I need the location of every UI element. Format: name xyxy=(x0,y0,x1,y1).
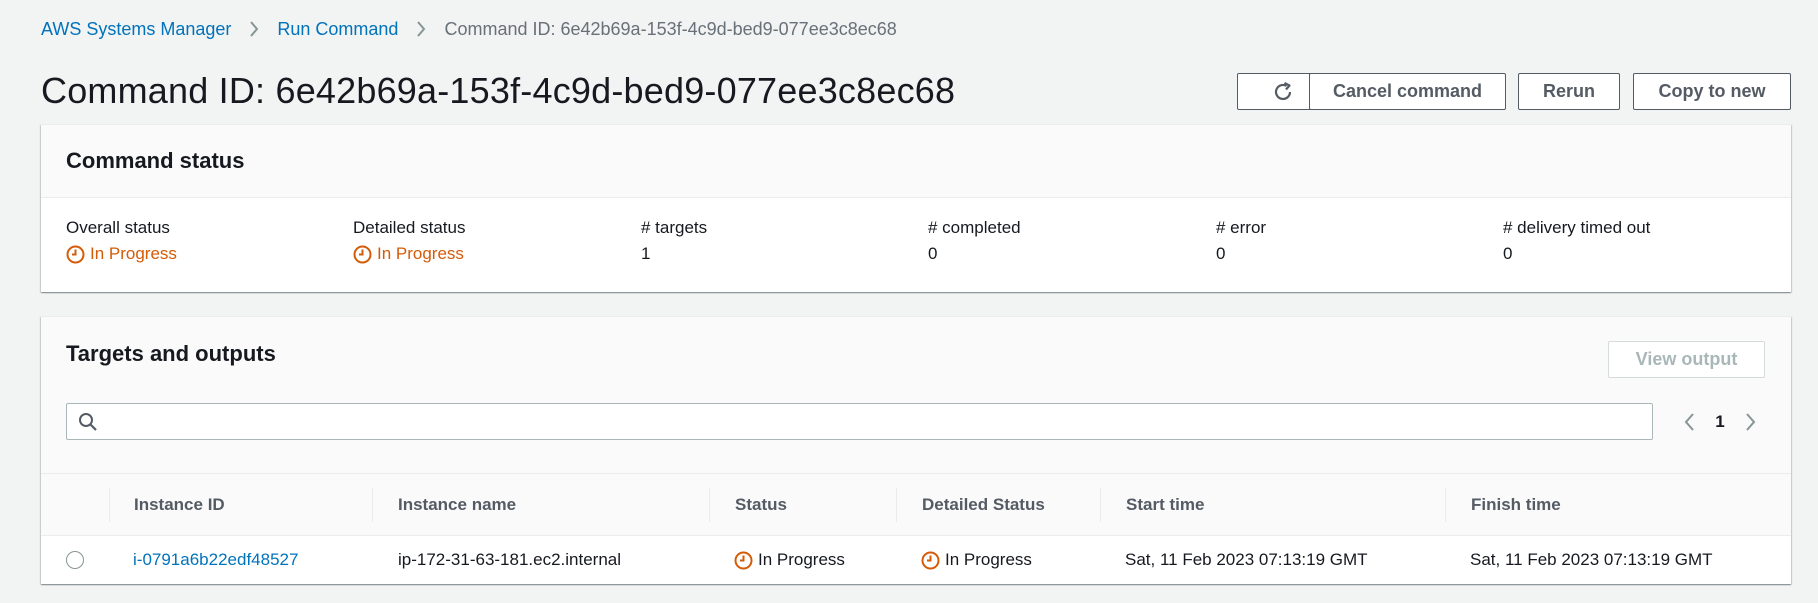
column-finish-time[interactable]: Finish time xyxy=(1471,474,1561,536)
column-instance-id[interactable]: Instance ID xyxy=(134,474,225,536)
copy-to-new-button[interactable]: Copy to new xyxy=(1633,73,1791,110)
detailed-status-value: In Progress xyxy=(377,244,464,263)
row-select-radio[interactable] xyxy=(66,551,84,569)
completed-count: # completed 0 xyxy=(928,218,1021,264)
previous-page-icon[interactable] xyxy=(1677,412,1701,432)
column-detailed-status[interactable]: Detailed Status xyxy=(922,474,1045,536)
status-summary: Overall status In Progress Detailed stat… xyxy=(41,198,1791,292)
cancel-command-button[interactable]: Cancel command xyxy=(1309,73,1506,110)
rerun-button[interactable]: Rerun xyxy=(1518,73,1620,110)
completed-label: # completed xyxy=(928,218,1021,237)
completed-value: 0 xyxy=(928,244,938,263)
clock-icon xyxy=(66,245,85,264)
delivery-timed-out-value: 0 xyxy=(1503,244,1513,263)
detailed-status: Detailed status In Progress xyxy=(353,218,465,264)
table-row: i-0791a6b22edf48527 ip-172-31-63-181.ec2… xyxy=(41,536,1791,584)
next-page-icon[interactable] xyxy=(1739,412,1763,432)
start-time-cell: Sat, 11 Feb 2023 07:13:19 GMT xyxy=(1125,550,1368,569)
column-divider xyxy=(372,488,373,522)
column-start-time[interactable]: Start time xyxy=(1126,474,1204,536)
targets-outputs-panel: Targets and outputs View output 1 Instan… xyxy=(41,316,1791,584)
breadcrumb: AWS Systems Manager Run Command Command … xyxy=(41,18,897,40)
table-header: Instance ID Instance name Status Detaile… xyxy=(41,474,1791,536)
detailed-status-label: Detailed status xyxy=(353,218,466,237)
column-divider xyxy=(896,488,897,522)
detailed-status-value-row: In Progress xyxy=(353,244,465,264)
command-status-title: Command status xyxy=(66,148,245,173)
chevron-right-icon xyxy=(249,21,259,37)
page-title: Command ID: 6e42b69a-153f-4c9d-bed9-077e… xyxy=(41,70,956,111)
detailed-status-cell: In Progress xyxy=(921,536,1032,584)
error-value: 0 xyxy=(1216,244,1226,263)
pagination: 1 xyxy=(1677,403,1763,440)
command-status-panel: Command status Overall status In Progres… xyxy=(41,124,1791,292)
search-input[interactable] xyxy=(108,411,1652,432)
status-value: In Progress xyxy=(758,550,845,569)
view-output-button[interactable]: View output xyxy=(1608,341,1765,378)
column-divider xyxy=(109,488,110,522)
targets-header: Targets and outputs View output 1 xyxy=(41,317,1791,474)
column-divider xyxy=(1445,488,1446,522)
instance-id-link[interactable]: i-0791a6b22edf48527 xyxy=(133,550,298,570)
overall-status-label: Overall status xyxy=(66,218,170,237)
refresh-icon xyxy=(1272,81,1294,103)
command-status-header: Command status xyxy=(41,125,1791,198)
overall-status: Overall status In Progress xyxy=(66,218,177,264)
clock-icon xyxy=(353,245,372,264)
search-box xyxy=(66,403,1653,440)
search-icon xyxy=(78,412,98,432)
clock-icon xyxy=(921,551,940,570)
overall-status-value: In Progress xyxy=(90,244,177,263)
breadcrumb-systems-manager[interactable]: AWS Systems Manager xyxy=(41,19,231,40)
delivery-timed-out-label: # delivery timed out xyxy=(1503,218,1651,237)
breadcrumb-current: Command ID: 6e42b69a-153f-4c9d-bed9-077e… xyxy=(444,18,897,39)
targets-label: # targets xyxy=(641,218,708,237)
status-cell: In Progress xyxy=(734,536,845,584)
row-select-radio-cell xyxy=(66,536,84,584)
column-divider xyxy=(1100,488,1101,522)
clock-icon xyxy=(734,551,753,570)
instance-id-cell: i-0791a6b22edf48527 xyxy=(133,536,298,584)
targets-value: 1 xyxy=(641,244,651,263)
column-divider xyxy=(709,488,710,522)
error-count: # error 0 xyxy=(1216,218,1266,264)
targets-count: # targets 1 xyxy=(641,218,707,264)
chevron-right-icon xyxy=(416,21,426,37)
column-instance-name[interactable]: Instance name xyxy=(398,474,516,536)
targets-title: Targets and outputs xyxy=(66,341,276,366)
finish-time-cell: Sat, 11 Feb 2023 07:13:19 GMT xyxy=(1470,550,1713,569)
page-number[interactable]: 1 xyxy=(1701,412,1739,432)
detailed-status-value: In Progress xyxy=(945,550,1032,569)
breadcrumb-run-command[interactable]: Run Command xyxy=(277,19,398,40)
error-label: # error xyxy=(1216,218,1267,237)
overall-status-value-row: In Progress xyxy=(66,244,177,264)
instance-name-cell: ip-172-31-63-181.ec2.internal xyxy=(398,550,622,569)
column-status[interactable]: Status xyxy=(735,474,787,536)
delivery-timed-out-count: # delivery timed out 0 xyxy=(1503,218,1650,264)
